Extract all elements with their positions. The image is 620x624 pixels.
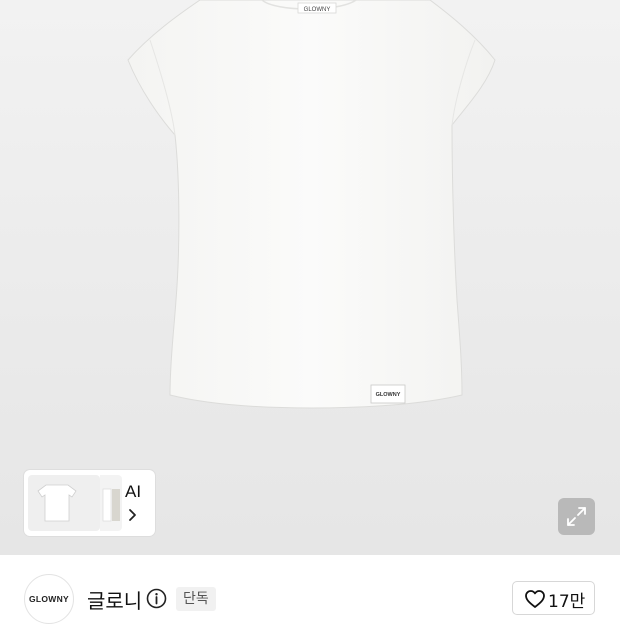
neck-label-text: GLOWNY: [304, 7, 331, 13]
chevron-right-icon: [129, 509, 136, 521]
like-count: 17만: [548, 592, 586, 612]
brand-info-bar: GLOWNY 글로니 단독 17만: [0, 555, 620, 624]
ai-thumbnail-model: [100, 475, 122, 531]
brand-logo-text: GLOWNY: [28, 594, 70, 604]
like-button[interactable]: 17만: [512, 581, 595, 615]
model-thumbnail-icon: [102, 488, 120, 522]
info-circle-icon[interactable]: [146, 588, 167, 609]
brand-logo[interactable]: GLOWNY: [24, 574, 74, 624]
exclusive-badge: 단독: [176, 587, 216, 611]
ai-fitting-card[interactable]: AI: [24, 470, 155, 536]
hem-tag-text: GLOWNY: [376, 392, 401, 398]
ai-thumbnail-front: [28, 475, 100, 531]
product-image[interactable]: GLOWNY GLOWNY AI: [0, 0, 620, 555]
ai-label: AI: [125, 482, 142, 501]
heart-outline-icon: [525, 590, 545, 608]
brand-name[interactable]: 글로니: [87, 585, 142, 614]
expand-arrows-icon: [567, 507, 586, 526]
expand-image-button[interactable]: [558, 498, 595, 535]
tshirt-thumbnail-icon: [37, 484, 77, 522]
